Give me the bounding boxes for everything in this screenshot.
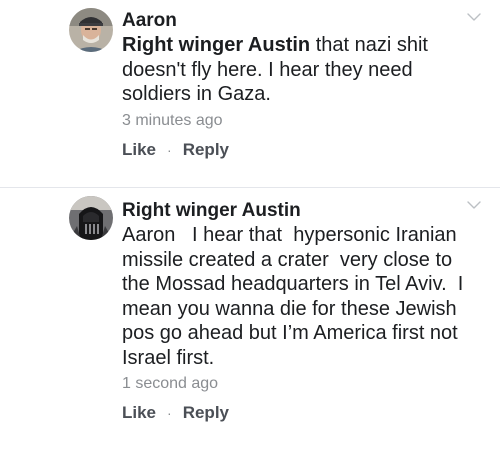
like-button[interactable]: Like — [122, 402, 156, 424]
reply-button[interactable]: Reply — [183, 402, 229, 424]
reply-button[interactable]: Reply — [183, 139, 229, 161]
comment-thread: Aaron Right winger Austin that nazi shit… — [0, 0, 500, 455]
comment-text: Right winger Austin that nazi shit doesn… — [122, 33, 470, 107]
comment-timestamp[interactable]: 1 second ago — [122, 374, 470, 394]
like-button[interactable]: Like — [122, 139, 156, 161]
chevron-down-icon[interactable] — [467, 198, 481, 212]
comment-timestamp[interactable]: 3 minutes ago — [122, 111, 470, 131]
comment-actions: Like · Reply — [122, 402, 470, 424]
comment-author[interactable]: Right winger Austin — [122, 199, 470, 223]
comment-author[interactable]: Aaron — [122, 9, 470, 33]
action-separator: · — [167, 141, 172, 158]
comment-content: Aaron Right winger Austin that nazi shit… — [122, 9, 470, 161]
user-avatar-icon — [69, 8, 113, 52]
avatar[interactable] — [69, 8, 113, 52]
chevron-down-icon[interactable] — [467, 10, 481, 24]
comment-content: Right winger Austin Aaron I hear that hy… — [122, 199, 470, 424]
mention-link[interactable]: Right winger Austin — [122, 34, 310, 56]
comment-text: Aaron I hear that hypersonic Iranian mis… — [122, 224, 469, 369]
user-avatar-icon — [69, 196, 113, 240]
action-separator: · — [167, 405, 172, 421]
comment: Aaron Right winger Austin that nazi shit… — [0, 0, 500, 188]
avatar[interactable] — [69, 196, 113, 240]
comment: Right winger Austin Aaron I hear that hy… — [0, 188, 500, 455]
comment-actions: Like · Reply — [122, 139, 470, 161]
